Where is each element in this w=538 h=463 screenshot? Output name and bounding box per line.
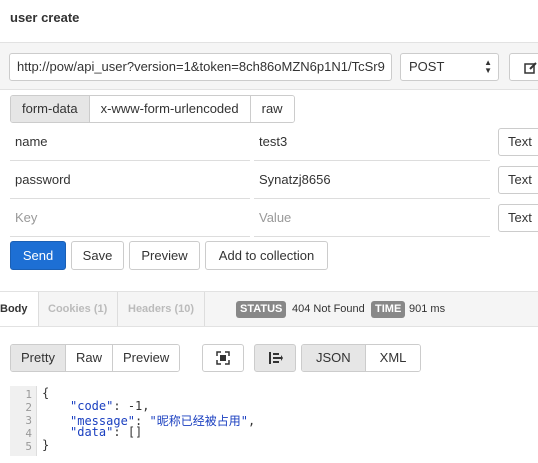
param-value-input[interactable]: test3 <box>254 125 490 161</box>
line-number: 2 <box>25 401 32 414</box>
time-badge: TIME <box>371 301 406 318</box>
code-value: "昵称已经被占用" <box>149 414 248 428</box>
send-button[interactable]: Send <box>10 241 66 270</box>
time-value: 901 ms <box>409 303 446 315</box>
code-value: -1 <box>127 399 143 413</box>
body-type-tabs: form-data x-www-form-urlencoded raw <box>10 95 295 123</box>
code-sep: : <box>113 425 128 439</box>
param-key-input[interactable]: Key <box>10 201 250 237</box>
save-button[interactable]: Save <box>71 241 124 270</box>
tab-raw[interactable]: raw <box>250 96 294 122</box>
preview-response-button[interactable]: Preview <box>112 345 180 371</box>
wrap-lines-icon <box>269 352 283 364</box>
param-type-select[interactable]: Text <box>498 204 538 232</box>
line-gutter: 1 2 3 4 5 <box>10 386 37 456</box>
edit-button[interactable] <box>509 53 538 81</box>
xml-button[interactable]: XML <box>365 345 421 371</box>
code-sep: : <box>113 399 128 413</box>
expand-button[interactable] <box>202 344 244 372</box>
param-row: password Synatzj8656 Text <box>0 163 538 199</box>
param-value-input[interactable]: Synatzj8656 <box>254 163 490 199</box>
code-value: [] <box>127 425 143 439</box>
param-key-input[interactable]: password <box>10 163 250 199</box>
json-button[interactable]: JSON <box>302 345 366 371</box>
view-mode-group: Pretty Raw Preview <box>10 344 181 372</box>
line-number: 5 <box>25 440 32 453</box>
param-row-empty: Key Value Text <box>0 201 538 237</box>
code-trail: , <box>247 414 256 428</box>
code-trail: , <box>142 399 150 413</box>
param-row: name test3 Text <box>0 125 538 161</box>
param-type-select[interactable]: Text <box>498 166 538 194</box>
code-line: } <box>42 438 49 452</box>
param-type-select[interactable]: Text <box>498 128 538 156</box>
param-key-input[interactable]: name <box>10 125 250 161</box>
page-title: user create <box>10 10 80 25</box>
wrap-lines-button[interactable] <box>254 344 296 372</box>
code-brace: { <box>42 386 50 400</box>
code-key: "code" <box>70 399 114 413</box>
tab-headers[interactable]: Headers (10) <box>118 292 206 326</box>
code-line: "code": -1, <box>70 399 150 413</box>
select-arrows-icon: ▲ ▼ <box>484 58 492 75</box>
line-number: 1 <box>25 388 32 401</box>
edit-icon <box>524 62 537 74</box>
line-number: 3 <box>25 414 32 427</box>
format-group: JSON XML <box>301 344 422 372</box>
url-input[interactable]: http://pow/api_user?version=1&token=8ch8… <box>9 53 392 81</box>
tab-x-www-form-urlencoded[interactable]: x-www-form-urlencoded <box>89 96 251 122</box>
raw-button[interactable]: Raw <box>65 345 113 371</box>
add-to-collection-button[interactable]: Add to collection <box>205 241 328 270</box>
code-line: { <box>42 386 49 400</box>
param-value-input[interactable]: Value <box>254 201 490 237</box>
method-select[interactable]: POST ▲ ▼ <box>400 53 499 81</box>
preview-button[interactable]: Preview <box>129 241 200 270</box>
code-brace: } <box>42 438 50 452</box>
pretty-button[interactable]: Pretty <box>11 345 66 371</box>
status-value: 404 Not Found <box>292 303 365 315</box>
tab-cookies[interactable]: Cookies (1) <box>38 292 119 326</box>
tab-form-data[interactable]: form-data <box>11 96 90 122</box>
response-body: 1 2 3 4 5 { "code": -1, "message": "昵称已经… <box>0 384 538 463</box>
method-value: POST <box>409 59 445 74</box>
code-key: "data" <box>70 425 114 439</box>
code-line: "data": [] <box>70 425 142 439</box>
status-badge: STATUS <box>236 301 287 318</box>
tab-body[interactable]: Body <box>0 292 39 326</box>
expand-icon <box>216 351 230 365</box>
response-bar: Body Cookies (1) Headers (10) STATUS 404… <box>0 291 538 327</box>
line-number: 4 <box>25 427 32 440</box>
